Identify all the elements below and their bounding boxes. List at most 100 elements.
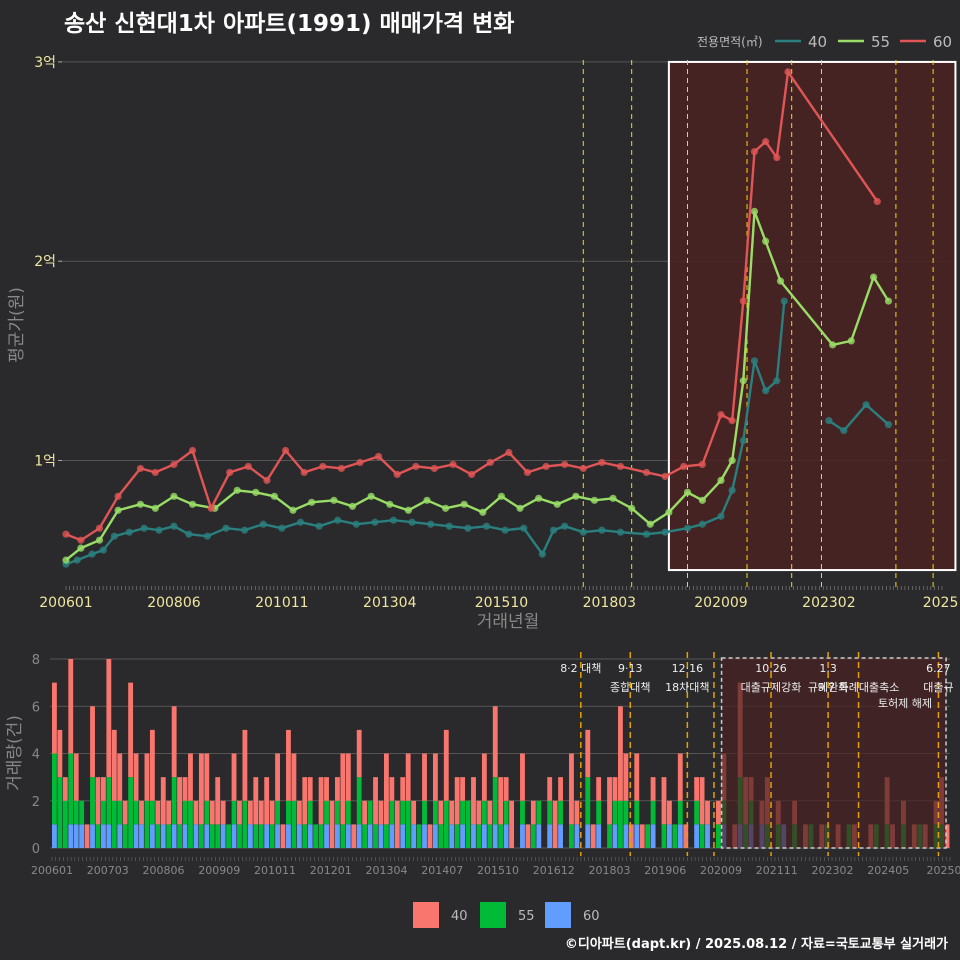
bar-segment-40 [481,753,487,801]
data-point-40 [464,524,472,532]
bar-segment-40 [84,824,90,848]
policy-extra-label: 토허제 해제 [878,696,932,710]
bar-segment-40 [356,729,362,778]
bar-segment-40 [307,777,313,801]
bar-segment-40 [432,753,438,801]
bar-segment-40 [585,729,591,778]
data-point-55 [330,496,338,504]
data-point-55 [776,277,785,285]
bar-segment-40 [171,706,177,778]
bar-segment-55 [661,824,667,848]
bar-segment-40 [400,777,406,801]
bar-segment-40 [389,777,395,801]
bar-segment-40 [552,800,558,848]
bar-segment-60 [536,824,542,848]
data-point-60 [680,462,688,471]
data-point-40 [125,528,133,536]
bar-segment-60 [677,824,683,848]
bar-segment-55 [318,824,324,848]
bar-segment-40 [253,777,259,825]
data-point-55 [553,500,561,508]
bar-segment-55 [231,800,237,825]
bar-segment-55 [313,824,319,848]
data-point-60 [337,464,345,473]
bar-segment-40 [411,800,417,825]
bar-segment-55 [128,777,134,848]
bar-segment-55 [356,777,362,825]
bar-segment-40 [666,800,672,825]
bar-segment-40 [139,800,144,825]
data-point-60 [616,462,625,471]
data-point-60 [750,147,759,156]
legend-title: 전용면적(㎡) [697,35,763,49]
data-point-60 [170,460,178,469]
data-point-55 [698,496,706,504]
data-point-55 [829,341,837,349]
data-point-40 [203,532,212,540]
data-point-40 [408,518,416,526]
bar-segment-60 [193,824,199,848]
data-point-55 [665,508,673,516]
bar-segment-60 [481,824,487,848]
bar-x-tick-label: 202009 [700,864,742,877]
data-point-60 [300,468,308,477]
bar-segment-60 [307,824,313,848]
data-point-55 [572,492,580,500]
bar-segment-60 [182,824,188,848]
bar-segment-40 [117,753,123,801]
bar-segment-40 [422,753,427,801]
data-point-55 [233,486,241,494]
bar-segment-40 [329,800,335,848]
bar-segment-55 [367,800,373,825]
bar-segment-40 [525,824,531,848]
bar-segment-40 [530,800,536,825]
data-point-40 [389,516,398,524]
bar-segment-55 [481,800,487,825]
bar-segment-40 [607,777,612,825]
data-point-55 [750,207,759,215]
bar-segment-60 [694,824,700,848]
bar-segment-40 [335,777,340,801]
bar-segment-55 [149,800,155,825]
data-point-60 [873,197,881,206]
bar-segment-55 [432,800,438,825]
bar-segment-60 [220,824,226,848]
bar-segment-55 [307,800,313,825]
bar-segment-40 [220,800,226,825]
data-point-60 [728,417,736,425]
data-point-60 [579,464,587,473]
bar-segment-60 [492,824,498,848]
bar-segment-40 [351,824,357,848]
data-point-40 [140,524,148,532]
bar-segment-55 [362,824,368,848]
bar-segment-55 [324,800,329,825]
bar-segment-60 [705,824,710,848]
bar-segment-60 [411,824,417,848]
bar-segment-40 [427,824,433,848]
bar-segment-55 [188,800,193,848]
bar-segment-60 [296,824,302,848]
data-point-40 [334,516,342,524]
bar-segment-60 [52,824,57,848]
data-point-55 [497,492,506,500]
bar-segment-40 [204,753,210,801]
y-tick-label: 3억 [34,55,56,71]
bar-y-tick-label: 0 [32,842,40,857]
bar-segment-40 [520,753,525,801]
bar-segment-40 [454,777,460,825]
bar-segment-55 [215,824,221,848]
bar-segment-40 [503,777,509,801]
bar-segment-55 [536,800,542,825]
bar-segment-55 [699,824,705,848]
bar-segment-60 [149,824,155,848]
x-tick-label: 201304 [363,595,417,611]
bar-x-tick-label: 202111 [756,864,798,877]
data-point-40 [99,546,107,554]
bar-segment-60 [345,824,351,848]
data-point-60 [114,492,122,500]
bar-y-tick-label: 6 [32,700,40,715]
bar-x-tick-label: 200601 [31,864,73,877]
data-point-40 [278,524,286,532]
data-point-40 [773,377,781,385]
bar-segment-40 [487,800,493,825]
